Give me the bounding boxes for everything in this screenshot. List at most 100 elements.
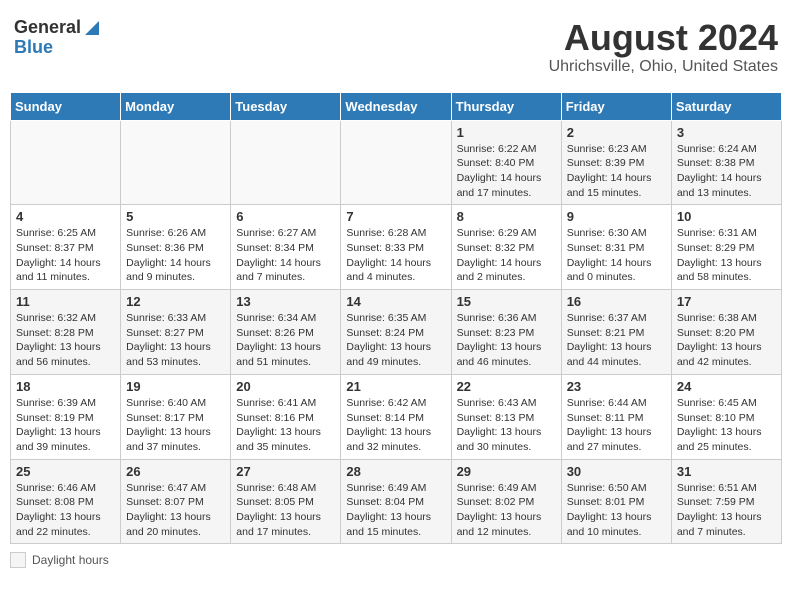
day-info: Sunrise: 6:33 AMSunset: 8:27 PMDaylight:… — [126, 311, 225, 370]
logo-general-text: General — [14, 18, 81, 38]
day-number: 5 — [126, 209, 225, 224]
table-row: 27Sunrise: 6:48 AMSunset: 8:05 PMDayligh… — [231, 459, 341, 544]
day-info: Sunrise: 6:27 AMSunset: 8:34 PMDaylight:… — [236, 226, 335, 285]
day-info: Sunrise: 6:44 AMSunset: 8:11 PMDaylight:… — [567, 396, 666, 455]
day-number: 15 — [457, 294, 556, 309]
header: General Blue August 2024 Uhrichsville, O… — [10, 10, 782, 84]
logo-triangle-icon — [83, 19, 101, 37]
table-row: 25Sunrise: 6:46 AMSunset: 8:08 PMDayligh… — [11, 459, 121, 544]
day-number: 10 — [677, 209, 776, 224]
table-row: 15 Sunrise: 6:36 AMSunset: 8:23 PMDayligh… — [451, 290, 561, 375]
table-row: 8 Sunrise: 6:29 AMSunset: 8:32 PMDaylight… — [451, 205, 561, 290]
day-number: 6 — [236, 209, 335, 224]
day-number: 2 — [567, 125, 666, 140]
day-number: 21 — [346, 379, 445, 394]
day-info: Sunrise: 6:32 AMSunset: 8:28 PMDaylight:… — [16, 311, 115, 370]
logo-blue-text: Blue — [14, 37, 53, 57]
table-row: 17Sunrise: 6:38 AMSunset: 8:20 PMDayligh… — [671, 290, 781, 375]
table-row — [341, 120, 451, 205]
title-area: August 2024 Uhrichsville, Ohio, United S… — [549, 18, 778, 76]
table-row — [231, 120, 341, 205]
calendar-body: 1Sunrise: 6:22 AMSunset: 8:40 PMDaylight… — [11, 120, 782, 544]
day-info: Sunrise: 6:50 AMSunset: 8:01 PMDaylight:… — [567, 481, 666, 540]
table-row: 21Sunrise: 6:42 AMSunset: 8:14 PMDayligh… — [341, 374, 451, 459]
day-info: Sunrise: 6:49 AMSunset: 8:04 PMDaylight:… — [346, 481, 445, 540]
table-row: 5 Sunrise: 6:26 AMSunset: 8:36 PMDaylight… — [121, 205, 231, 290]
col-wednesday: Wednesday — [341, 92, 451, 120]
logo: General Blue — [14, 18, 101, 58]
calendar-week-5: 25Sunrise: 6:46 AMSunset: 8:08 PMDayligh… — [11, 459, 782, 544]
day-number: 28 — [346, 464, 445, 479]
table-row: 19 Sunrise: 6:40 AMSunset: 8:17 PMDayligh… — [121, 374, 231, 459]
col-friday: Friday — [561, 92, 671, 120]
table-row: 22Sunrise: 6:43 AMSunset: 8:13 PMDayligh… — [451, 374, 561, 459]
day-info: Sunrise: 6:39 AMSunset: 8:19 PMDaylight:… — [16, 396, 115, 455]
col-tuesday: Tuesday — [231, 92, 341, 120]
table-row: 24 Sunrise: 6:45 AMSunset: 8:10 PMDayligh… — [671, 374, 781, 459]
calendar-week-1: 1Sunrise: 6:22 AMSunset: 8:40 PMDaylight… — [11, 120, 782, 205]
day-number: 4 — [16, 209, 115, 224]
day-info: Sunrise: 6:30 AMSunset: 8:31 PMDaylight:… — [567, 226, 666, 285]
day-info: Sunrise: 6:37 AMSunset: 8:21 PMDaylight:… — [567, 311, 666, 370]
table-row: 30 Sunrise: 6:50 AMSunset: 8:01 PMDayligh… — [561, 459, 671, 544]
day-info: Sunrise: 6:25 AMSunset: 8:37 PMDaylight:… — [16, 226, 115, 285]
daylight-box-icon — [10, 552, 26, 568]
day-number: 8 — [457, 209, 556, 224]
day-info: Sunrise: 6:45 AMSunset: 8:10 PMDaylight:… — [677, 396, 776, 455]
day-info: Sunrise: 6:35 AMSunset: 8:24 PMDaylight:… — [346, 311, 445, 370]
day-info: Sunrise: 6:26 AMSunset: 8:36 PMDaylight:… — [126, 226, 225, 285]
calendar-header: Sunday Monday Tuesday Wednesday Thursday… — [11, 92, 782, 120]
day-number: 23 — [567, 379, 666, 394]
day-info: Sunrise: 6:40 AMSunset: 8:17 PMDaylight:… — [126, 396, 225, 455]
day-number: 30 — [567, 464, 666, 479]
day-number: 11 — [16, 294, 115, 309]
day-number: 13 — [236, 294, 335, 309]
calendar-week-2: 4 Sunrise: 6:25 AMSunset: 8:37 PMDaylight… — [11, 205, 782, 290]
calendar-week-4: 18 Sunrise: 6:39 AMSunset: 8:19 PMDayligh… — [11, 374, 782, 459]
table-row: 29Sunrise: 6:49 AMSunset: 8:02 PMDayligh… — [451, 459, 561, 544]
table-row: 16 Sunrise: 6:37 AMSunset: 8:21 PMDayligh… — [561, 290, 671, 375]
day-number: 31 — [677, 464, 776, 479]
table-row: 1Sunrise: 6:22 AMSunset: 8:40 PMDaylight… — [451, 120, 561, 205]
table-row: 14 Sunrise: 6:35 AMSunset: 8:24 PMDayligh… — [341, 290, 451, 375]
day-info: Sunrise: 6:41 AMSunset: 8:16 PMDaylight:… — [236, 396, 335, 455]
daylight-label: Daylight hours — [32, 553, 109, 567]
footer: Daylight hours — [10, 552, 782, 568]
table-row: 20Sunrise: 6:41 AMSunset: 8:16 PMDayligh… — [231, 374, 341, 459]
col-sunday: Sunday — [11, 92, 121, 120]
table-row: 31Sunrise: 6:51 AMSunset: 7:59 PMDayligh… — [671, 459, 781, 544]
day-info: Sunrise: 6:36 AMSunset: 8:23 PMDaylight:… — [457, 311, 556, 370]
table-row — [121, 120, 231, 205]
day-info: Sunrise: 6:24 AMSunset: 8:38 PMDaylight:… — [677, 142, 776, 201]
day-info: Sunrise: 6:47 AMSunset: 8:07 PMDaylight:… — [126, 481, 225, 540]
table-row: 12 Sunrise: 6:33 AMSunset: 8:27 PMDayligh… — [121, 290, 231, 375]
table-row — [11, 120, 121, 205]
day-number: 19 — [126, 379, 225, 394]
day-number: 26 — [126, 464, 225, 479]
day-number: 16 — [567, 294, 666, 309]
table-row: 13Sunrise: 6:34 AMSunset: 8:26 PMDayligh… — [231, 290, 341, 375]
day-info: Sunrise: 6:46 AMSunset: 8:08 PMDaylight:… — [16, 481, 115, 540]
day-number: 12 — [126, 294, 225, 309]
day-info: Sunrise: 6:43 AMSunset: 8:13 PMDaylight:… — [457, 396, 556, 455]
day-info: Sunrise: 6:28 AMSunset: 8:33 PMDaylight:… — [346, 226, 445, 285]
table-row: 18 Sunrise: 6:39 AMSunset: 8:19 PMDayligh… — [11, 374, 121, 459]
day-number: 29 — [457, 464, 556, 479]
day-info: Sunrise: 6:31 AMSunset: 8:29 PMDaylight:… — [677, 226, 776, 285]
calendar-table: Sunday Monday Tuesday Wednesday Thursday… — [10, 92, 782, 545]
table-row: 9Sunrise: 6:30 AMSunset: 8:31 PMDaylight… — [561, 205, 671, 290]
page-subtitle: Uhrichsville, Ohio, United States — [549, 58, 778, 76]
day-number: 1 — [457, 125, 556, 140]
table-row: 4 Sunrise: 6:25 AMSunset: 8:37 PMDaylight… — [11, 205, 121, 290]
day-number: 24 — [677, 379, 776, 394]
day-info: Sunrise: 6:29 AMSunset: 8:32 PMDaylight:… — [457, 226, 556, 285]
day-info: Sunrise: 6:48 AMSunset: 8:05 PMDaylight:… — [236, 481, 335, 540]
table-row: 28 Sunrise: 6:49 AMSunset: 8:04 PMDayligh… — [341, 459, 451, 544]
table-row: 11 Sunrise: 6:32 AMSunset: 8:28 PMDayligh… — [11, 290, 121, 375]
col-monday: Monday — [121, 92, 231, 120]
day-number: 18 — [16, 379, 115, 394]
day-number: 14 — [346, 294, 445, 309]
day-number: 3 — [677, 125, 776, 140]
table-row: 2Sunrise: 6:23 AMSunset: 8:39 PMDaylight… — [561, 120, 671, 205]
day-number: 7 — [346, 209, 445, 224]
